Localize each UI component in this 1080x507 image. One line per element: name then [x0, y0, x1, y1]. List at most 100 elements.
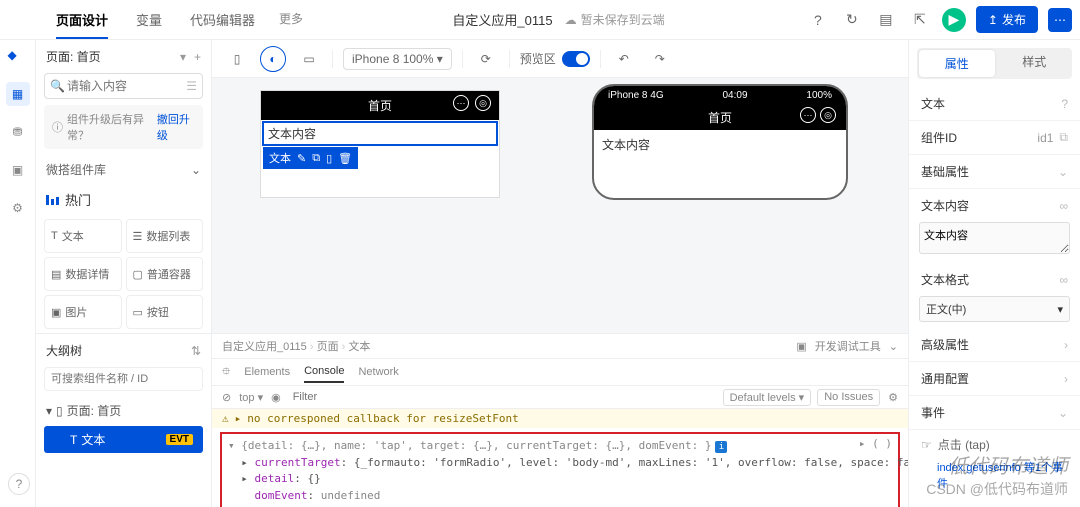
- comp-data-detail[interactable]: ▤数据详情: [44, 257, 122, 291]
- phone-edit-frame[interactable]: 首页 ⋯◎ 文本内容 文本 ✎ ⧉ ▯ 🗑: [260, 90, 500, 198]
- tab-attributes[interactable]: 属性: [919, 50, 995, 77]
- tab-network[interactable]: Network: [358, 362, 398, 382]
- copy-icon[interactable]: ⧉: [312, 152, 320, 165]
- comp-data-list[interactable]: ☰数据列表: [126, 219, 204, 253]
- console-settings-icon[interactable]: ⚙: [888, 391, 898, 404]
- comp-container[interactable]: ▢普通容器: [126, 257, 204, 291]
- tab-console[interactable]: Console: [304, 361, 344, 383]
- tree-sort-icon[interactable]: ⇅: [191, 344, 201, 358]
- refresh-icon[interactable]: ⟳: [473, 46, 499, 72]
- rail-image-icon[interactable]: ▣: [6, 158, 30, 182]
- hot-section[interactable]: 热门: [36, 184, 211, 215]
- text-format-select[interactable]: 正文(中)▾: [919, 296, 1070, 322]
- cloud-status: ☁暂未保存到云端: [565, 11, 665, 28]
- bc-page[interactable]: 页面: [317, 341, 346, 353]
- event-tap-row[interactable]: ☞ 点击 (tap): [909, 430, 1080, 459]
- canvas-stage: 首页 ⋯◎ 文本内容 文本 ✎ ⧉ ▯ 🗑 iPhone 8 4G 04:09 …: [212, 78, 908, 333]
- bc-app[interactable]: 自定义应用_0115: [222, 341, 314, 353]
- share-icon[interactable]: ⇱: [908, 8, 932, 32]
- devtools-label[interactable]: 开发调试工具: [815, 338, 881, 354]
- tree-root[interactable]: ▾ ▯ 页面: 首页: [36, 397, 211, 424]
- comp-text[interactable]: T文本: [44, 219, 122, 253]
- save-icon[interactable]: ▤: [874, 8, 898, 32]
- comp-image[interactable]: ▣图片: [44, 295, 122, 329]
- inspect-icon[interactable]: ⯐: [222, 363, 230, 382]
- bc-node[interactable]: 文本: [348, 341, 370, 353]
- console-tabs: ⯐ Elements Console Network: [212, 359, 908, 386]
- chevron-down-icon[interactable]: ⌄: [889, 340, 898, 353]
- menu-dots-icon[interactable]: ⋯: [453, 95, 469, 111]
- rail-data-icon[interactable]: ⛃: [6, 120, 30, 144]
- paste-icon[interactable]: ▯: [326, 152, 332, 165]
- top-right-actions: ? ↻ ▤ ⇱ ▶ ↥发布 ⋯: [806, 6, 1072, 33]
- history-icon[interactable]: ↻: [840, 8, 864, 32]
- expand-arrow[interactable]: ▸ ( ): [859, 436, 892, 453]
- chevron-down-icon: ⌄: [191, 163, 201, 177]
- tab-page-design[interactable]: 页面设计: [44, 2, 120, 37]
- target-icon[interactable]: ◎: [475, 95, 491, 111]
- switch-icon[interactable]: [562, 51, 590, 67]
- filter-input[interactable]: [289, 388, 715, 406]
- info-badge-icon[interactable]: i: [715, 441, 727, 453]
- event-action-link[interactable]: index.getuserinfo 等1个事件: [909, 459, 1080, 497]
- redo-icon[interactable]: ↷: [647, 46, 673, 72]
- rail-layout-icon[interactable]: ▦: [6, 82, 30, 106]
- search-input[interactable]: [44, 73, 203, 99]
- selected-text-element[interactable]: 文本内容: [263, 122, 497, 145]
- device-tablet-icon[interactable]: ◐: [260, 46, 286, 72]
- clear-console-icon[interactable]: ⊘: [222, 391, 231, 404]
- component-title-row: 文本 ?: [909, 87, 1080, 121]
- undo-icon[interactable]: ↶: [611, 46, 637, 72]
- tree-header: 大纲树 ⇅: [36, 333, 211, 367]
- phone1-header: 首页 ⋯◎: [261, 91, 499, 120]
- eye-icon[interactable]: ◉: [271, 391, 281, 404]
- tab-elements[interactable]: Elements: [244, 362, 290, 382]
- device-desktop-icon[interactable]: ▭: [296, 46, 322, 72]
- help-icon[interactable]: ?: [806, 8, 830, 32]
- help-fab[interactable]: ?: [8, 473, 30, 495]
- component-library-header[interactable]: 微搭组件库⌄: [36, 155, 211, 184]
- play-icon[interactable]: ▶: [942, 8, 966, 32]
- comp-button[interactable]: ▭按钮: [126, 295, 204, 329]
- tab-variables[interactable]: 变量: [124, 2, 174, 37]
- device-mobile-icon[interactable]: ▯: [224, 46, 250, 72]
- events-header[interactable]: 事件⌄: [909, 396, 1080, 430]
- tree-search-input[interactable]: [44, 367, 203, 391]
- levels-selector[interactable]: Default levels ▾: [723, 389, 812, 406]
- tab-more[interactable]: 更多: [271, 2, 311, 37]
- issues-pill[interactable]: No Issues: [817, 389, 880, 406]
- filter-icon[interactable]: ☰: [186, 79, 197, 93]
- scope-selector[interactable]: top ▾: [239, 391, 263, 404]
- add-page-icon[interactable]: +: [194, 50, 201, 64]
- battery-text: 100%: [806, 90, 832, 101]
- more-actions-button[interactable]: ⋯: [1048, 8, 1072, 32]
- page-label[interactable]: 页面: 首页: [46, 48, 101, 65]
- copy-icon[interactable]: ⧉: [1059, 130, 1068, 145]
- tab-code-editor[interactable]: 代码编辑器: [178, 2, 267, 37]
- link-icon[interactable]: ∞: [1059, 273, 1068, 287]
- target-icon[interactable]: ◎: [820, 107, 836, 123]
- basic-props-header[interactable]: 基础属性⌄: [909, 155, 1080, 189]
- menu-dots-icon[interactable]: ⋯: [800, 107, 816, 123]
- edit-icon[interactable]: ✎: [297, 152, 306, 165]
- console-log-object[interactable]: ▸ ( ) ▾ {detail: {…}, name: 'tap', targe…: [220, 432, 900, 507]
- chevron-right-icon[interactable]: ▸: [235, 412, 242, 425]
- tree-child-text[interactable]: T文本 EVT: [44, 426, 203, 453]
- publish-button[interactable]: ↥发布: [976, 6, 1038, 33]
- upgrade-link[interactable]: 撤回升级: [157, 111, 195, 143]
- link-icon[interactable]: ∞: [1059, 199, 1068, 213]
- preview-toggle[interactable]: 预览区: [520, 50, 590, 67]
- text-content-input[interactable]: [919, 222, 1070, 254]
- general-config-header[interactable]: 通用配置›: [909, 362, 1080, 396]
- upgrade-alert: ⓘ 组件升级后有异常？ 撤回升级: [44, 105, 203, 149]
- device-selector[interactable]: iPhone 8 100% ▾: [343, 48, 452, 70]
- delete-icon[interactable]: 🗑: [338, 152, 352, 165]
- tab-styles[interactable]: 样式: [997, 48, 1073, 79]
- help-icon[interactable]: ?: [1061, 97, 1068, 111]
- console-body[interactable]: ▸ ( ) ▾ {detail: {…}, name: 'tap', targe…: [212, 428, 908, 507]
- page-dropdown-icon[interactable]: ▾: [180, 50, 186, 64]
- top-tabs: 页面设计 变量 代码编辑器 更多: [44, 2, 311, 37]
- advanced-props-header[interactable]: 高级属性›: [909, 328, 1080, 362]
- hot-icon: [46, 195, 59, 205]
- rail-settings-icon[interactable]: ⚙: [6, 196, 30, 220]
